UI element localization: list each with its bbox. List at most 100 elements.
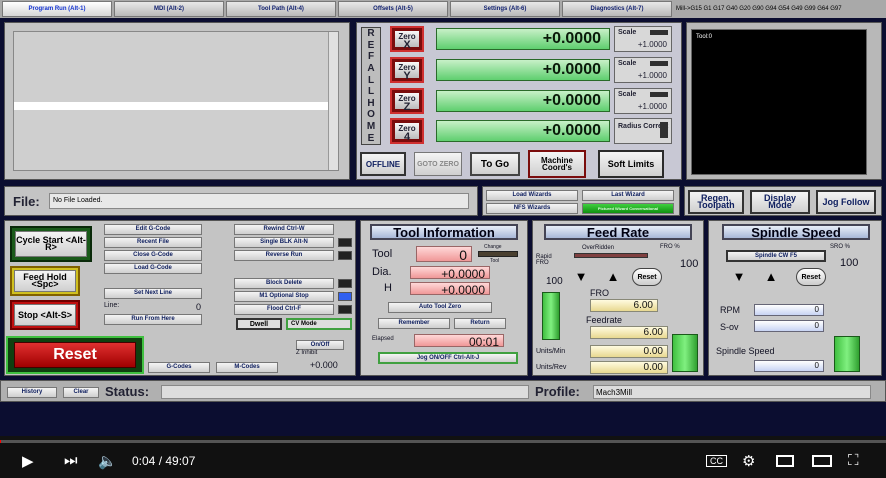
gcode-listing[interactable] bbox=[13, 31, 339, 171]
ref-all-home-letter: R bbox=[367, 28, 375, 40]
feed-hold-button[interactable]: Feed Hold <Spc> bbox=[14, 270, 76, 292]
gcodes-button[interactable]: G-Codes bbox=[148, 362, 210, 373]
radius-correct-led bbox=[660, 122, 668, 138]
stop-button[interactable]: Stop <Alt-S> bbox=[14, 304, 76, 326]
feed-override-slider[interactable] bbox=[672, 334, 698, 372]
jog-toggle-button[interactable]: Jog ON/OFF Ctrl-Alt-J bbox=[378, 352, 518, 364]
zero-x-button[interactable]: Zero X bbox=[390, 26, 424, 52]
auto-tool-zero-button[interactable]: Auto Tool Zero bbox=[388, 302, 492, 313]
scale-x-field[interactable]: Scale +1.0000 bbox=[614, 26, 672, 52]
rpm-value: 0 bbox=[754, 304, 824, 316]
radius-correct-button[interactable]: Radius Correct bbox=[614, 118, 672, 144]
remember-button[interactable]: Remember bbox=[378, 318, 450, 329]
tab-diagnostics[interactable]: Diagnostics (Alt-7) bbox=[562, 1, 672, 17]
flood-button[interactable]: Flood Ctrl-F bbox=[234, 304, 334, 315]
jog-follow-button[interactable]: Jog Follow bbox=[816, 190, 876, 214]
dro-y-value[interactable]: +0.0000 bbox=[436, 59, 610, 81]
reverse-run-button[interactable]: Reverse Run bbox=[234, 250, 334, 261]
close-gcode-button[interactable]: Close G-Code bbox=[104, 250, 202, 261]
m1-optional-stop-led bbox=[338, 292, 352, 301]
settings-gear-icon[interactable]: ⚙ bbox=[742, 452, 755, 470]
display-mode-button[interactable]: Display Mode bbox=[750, 190, 810, 214]
spindle-down-arrow-icon[interactable]: ▼ bbox=[730, 270, 748, 284]
volume-icon[interactable]: 🔈 bbox=[98, 452, 117, 470]
block-delete-button[interactable]: Block Delete bbox=[234, 278, 334, 289]
feed-down-arrow-icon[interactable]: ▼ bbox=[572, 270, 590, 284]
scale-y-field[interactable]: Scale +1.0000 bbox=[614, 57, 672, 83]
spindle-cw-button[interactable]: Spindle CW F5 bbox=[726, 250, 826, 262]
scale-led bbox=[650, 30, 668, 35]
zero-4-button[interactable]: Zero 4 bbox=[390, 118, 424, 144]
spindle-up-arrow-icon[interactable]: ▲ bbox=[762, 270, 780, 284]
reverse-run-led bbox=[338, 251, 352, 260]
toolpath-display[interactable]: Tool:0 bbox=[691, 29, 867, 175]
offline-button[interactable]: OFFLINE bbox=[360, 152, 406, 176]
ref-all-home-button[interactable]: REFALLHOME bbox=[361, 27, 381, 145]
nfs-wizards-button[interactable]: NFS Wizards bbox=[486, 203, 578, 214]
machine-coords-button[interactable]: Machine Coord's bbox=[528, 150, 586, 178]
rapid-fro-slider[interactable] bbox=[542, 292, 560, 340]
ref-all-home-letter: H bbox=[367, 97, 375, 109]
tab-offsets[interactable]: Offsets (Alt-5) bbox=[338, 1, 448, 17]
soft-limits-button[interactable]: Soft Limits bbox=[598, 150, 664, 178]
recent-file-button[interactable]: Recent File bbox=[104, 237, 202, 248]
tool-h-value[interactable]: +0.0000 bbox=[410, 282, 490, 297]
pictured-wizard-button[interactable]: Pictured Wizard Conversational bbox=[582, 203, 674, 214]
feedrate-value[interactable]: 6.00 bbox=[590, 326, 668, 339]
dro-z-value[interactable]: +0.0000 bbox=[436, 90, 610, 112]
z-inhibit-toggle[interactable]: On/Off bbox=[296, 340, 344, 350]
set-next-line-button[interactable]: Set Next Line bbox=[104, 288, 202, 299]
to-go-button[interactable]: To Go bbox=[470, 152, 520, 176]
tab-program-run[interactable]: Program Run (Alt-1) bbox=[2, 1, 112, 17]
goto-zero-button[interactable]: GOTO ZERO bbox=[414, 152, 462, 176]
fro-value[interactable]: 6.00 bbox=[590, 299, 658, 312]
single-block-button[interactable]: Single BLK Alt-N bbox=[234, 237, 334, 248]
feed-up-arrow-icon[interactable]: ▲ bbox=[604, 270, 622, 284]
gcode-scrollbar[interactable] bbox=[328, 32, 338, 170]
video-time: 0:04 / 49:07 bbox=[132, 454, 196, 468]
scale-label: Scale bbox=[618, 91, 637, 98]
regen-toolpath-button[interactable]: Regen. Toolpath bbox=[688, 190, 744, 214]
theater-mode-icon[interactable] bbox=[812, 455, 832, 467]
reset-button[interactable]: Reset bbox=[14, 342, 136, 368]
tool-dia-value[interactable]: +0.0000 bbox=[410, 266, 490, 281]
dro-x-value[interactable]: +0.0000 bbox=[436, 28, 610, 50]
video-progress-bar[interactable] bbox=[0, 440, 886, 443]
line-value: 0 bbox=[196, 302, 202, 312]
spindle-reset-button[interactable]: Reset bbox=[796, 268, 826, 286]
clear-button[interactable]: Clear bbox=[63, 387, 99, 398]
return-button[interactable]: Return bbox=[454, 318, 506, 329]
next-icon[interactable]: ⏭ bbox=[64, 452, 78, 469]
sov-label: S-ov bbox=[720, 322, 739, 332]
spindle-speed-value[interactable]: 0 bbox=[754, 360, 824, 372]
tab-bar: Program Run (Alt-1) MDI (Alt-2) Tool Pat… bbox=[0, 0, 886, 18]
zero-z-button[interactable]: Zero Z bbox=[390, 88, 424, 114]
run-from-here-button[interactable]: Run From Here bbox=[104, 314, 202, 325]
feed-reset-button[interactable]: Reset bbox=[632, 268, 662, 286]
tool-number-value[interactable]: 0 bbox=[416, 246, 472, 263]
tab-mdi[interactable]: MDI (Alt-2) bbox=[114, 1, 224, 17]
edit-gcode-button[interactable]: Edit G-Code bbox=[104, 224, 202, 235]
fro-percent-label: FRO % bbox=[660, 244, 680, 250]
history-button[interactable]: History bbox=[7, 387, 57, 398]
play-icon[interactable]: ▶ bbox=[22, 452, 34, 470]
dia-label: Dia. bbox=[372, 266, 392, 278]
mcodes-button[interactable]: M-Codes bbox=[216, 362, 278, 373]
feedrate-label: Feedrate bbox=[586, 315, 623, 325]
load-wizards-button[interactable]: Load Wizards bbox=[486, 190, 578, 201]
rewind-button[interactable]: Rewind Ctrl-W bbox=[234, 224, 334, 235]
miniplayer-icon[interactable] bbox=[776, 455, 794, 467]
cycle-start-button[interactable]: Cycle Start <Alt-R> bbox=[15, 231, 87, 257]
zero-y-button[interactable]: Zero Y bbox=[390, 57, 424, 83]
captions-icon[interactable]: CC bbox=[706, 455, 727, 467]
tab-settings[interactable]: Settings (Alt-6) bbox=[450, 1, 560, 17]
spindle-override-slider[interactable] bbox=[834, 336, 860, 372]
z-inhibit-label: Z Inhibit bbox=[296, 350, 318, 356]
tab-tool-path[interactable]: Tool Path (Alt-4) bbox=[226, 1, 336, 17]
dro-4-value[interactable]: +0.0000 bbox=[436, 120, 610, 142]
m1-optional-stop-button[interactable]: M1 Optional Stop bbox=[234, 291, 334, 302]
fullscreen-icon[interactable]: ⛶ bbox=[848, 452, 859, 469]
load-gcode-button[interactable]: Load G-Code bbox=[104, 263, 202, 274]
last-wizard-button[interactable]: Last Wizard bbox=[582, 190, 674, 201]
scale-z-field[interactable]: Scale +1.0000 bbox=[614, 88, 672, 114]
